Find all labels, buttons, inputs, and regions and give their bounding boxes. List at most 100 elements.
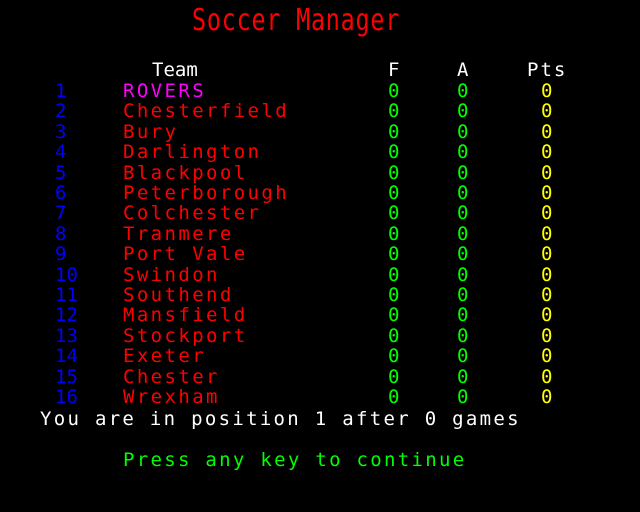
goals-against-cell: 0: [457, 222, 469, 245]
position-cell: 15: [55, 365, 78, 388]
goals-for-cell: 0: [388, 263, 400, 286]
position-cell: 12: [55, 304, 78, 327]
header-points: Pts: [527, 59, 568, 81]
goals-against-cell: 0: [457, 345, 469, 368]
table-row: 12 Mansfield 0 0 0: [0, 305, 640, 325]
goals-against-cell: 0: [457, 161, 469, 184]
team-name-cell: Chesterfield: [123, 100, 290, 123]
position-cell: 5: [55, 161, 67, 184]
goals-for-cell: 0: [388, 80, 400, 102]
table-row: 11 Southend 0 0 0: [0, 285, 640, 305]
goals-against-cell: 0: [457, 141, 469, 164]
goals-against-cell: 0: [457, 202, 469, 225]
points-cell: 0: [541, 80, 553, 102]
team-name-cell: Wrexham: [123, 386, 220, 408]
table-row: 8 Tranmere 0 0 0: [0, 224, 640, 244]
points-cell: 0: [541, 120, 553, 143]
goals-against-cell: 0: [457, 263, 469, 286]
team-name-cell: ROVERS: [123, 80, 207, 102]
goals-against-cell: 0: [457, 182, 469, 204]
table-row: 5 Blackpool 0 0 0: [0, 163, 640, 183]
header-against: A: [457, 59, 469, 81]
position-cell: 13: [55, 324, 78, 347]
points-cell: 0: [541, 161, 553, 184]
goals-for-cell: 0: [388, 100, 400, 123]
team-name-cell: Port Vale: [123, 243, 248, 266]
goals-against-cell: 0: [457, 284, 469, 306]
position-cell: 10: [55, 263, 78, 286]
goals-against-cell: 0: [457, 120, 469, 143]
team-name-cell: Bury: [123, 120, 179, 143]
header-for: F: [388, 59, 400, 81]
points-cell: 0: [541, 284, 553, 306]
position-cell: 8: [55, 222, 67, 245]
position-cell: 4: [55, 141, 67, 164]
points-cell: 0: [541, 243, 553, 266]
team-name-cell: Blackpool: [123, 161, 248, 184]
position-cell: 14: [55, 345, 78, 368]
points-cell: 0: [541, 304, 553, 327]
goals-for-cell: 0: [388, 222, 400, 245]
goals-against-cell: 0: [457, 100, 469, 123]
table-row: 16 Wrexham 0 0 0: [0, 387, 640, 407]
goals-for-cell: 0: [388, 324, 400, 347]
goals-against-cell: 0: [457, 386, 469, 408]
team-name-cell: Tranmere: [123, 222, 234, 245]
table-row: 3 Bury 0 0 0: [0, 122, 640, 142]
team-name-cell: Chester: [123, 365, 220, 388]
position-cell: 3: [55, 120, 67, 143]
goals-for-cell: 0: [388, 365, 400, 388]
table-row: 4 Darlington 0 0 0: [0, 142, 640, 162]
goals-for-cell: 0: [388, 202, 400, 225]
table-row: 15 Chester 0 0 0: [0, 367, 640, 387]
game-title: Soccer Manager: [192, 3, 401, 38]
table-row: 1 ROVERS 0 0 0: [0, 81, 640, 101]
table-row: 2 Chesterfield 0 0 0: [0, 101, 640, 121]
team-name-cell: Exeter: [123, 345, 207, 368]
points-cell: 0: [541, 100, 553, 123]
position-cell: 9: [55, 243, 67, 266]
continue-prompt[interactable]: Press any key to continue: [123, 450, 466, 470]
position-cell: 16: [55, 386, 78, 408]
points-cell: 0: [541, 324, 553, 347]
goals-against-cell: 0: [457, 80, 469, 102]
goals-for-cell: 0: [388, 182, 400, 204]
goals-for-cell: 0: [388, 161, 400, 184]
points-cell: 0: [541, 365, 553, 388]
team-name-cell: Swindon: [123, 263, 220, 286]
table-row: 6 Peterborough 0 0 0: [0, 183, 640, 203]
points-cell: 0: [541, 386, 553, 408]
goals-for-cell: 0: [388, 284, 400, 306]
team-name-cell: Stockport: [123, 324, 248, 347]
team-name-cell: Mansfield: [123, 304, 248, 327]
goals-for-cell: 0: [388, 345, 400, 368]
goals-for-cell: 0: [388, 120, 400, 143]
position-cell: 7: [55, 202, 67, 225]
table-row: 7 Colchester 0 0 0: [0, 203, 640, 223]
goals-for-cell: 0: [388, 386, 400, 408]
table-row: 13 Stockport 0 0 0: [0, 326, 640, 346]
team-name-cell: Southend: [123, 284, 234, 306]
goals-for-cell: 0: [388, 243, 400, 266]
position-cell: 1: [55, 80, 67, 102]
points-cell: 0: [541, 182, 553, 204]
points-cell: 0: [541, 263, 553, 286]
goals-for-cell: 0: [388, 141, 400, 164]
position-cell: 11: [55, 284, 78, 306]
points-cell: 0: [541, 345, 553, 368]
goals-against-cell: 0: [457, 324, 469, 347]
table-row: 10 Swindon 0 0 0: [0, 265, 640, 285]
goals-against-cell: 0: [457, 304, 469, 327]
table-row: 9 Port Vale 0 0 0: [0, 244, 640, 264]
position-cell: 2: [55, 100, 67, 123]
team-name-cell: Darlington: [123, 141, 262, 164]
header-team: Team: [152, 59, 198, 81]
status-message: You are in position 1 after 0 games: [40, 408, 521, 430]
points-cell: 0: [541, 141, 553, 164]
table-row: 14 Exeter 0 0 0: [0, 346, 640, 366]
team-name-cell: Peterborough: [123, 182, 290, 204]
team-name-cell: Colchester: [123, 202, 262, 225]
goals-for-cell: 0: [388, 304, 400, 327]
position-cell: 6: [55, 182, 67, 204]
points-cell: 0: [541, 202, 553, 225]
